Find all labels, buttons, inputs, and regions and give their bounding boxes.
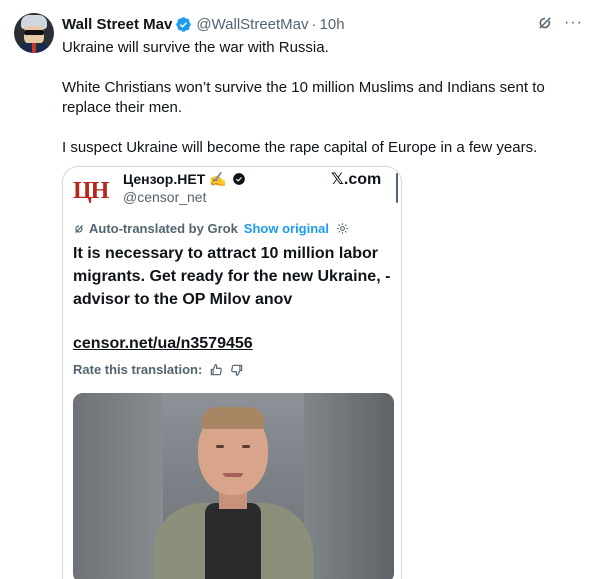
article-photo[interactable] [73,393,394,579]
tweet-paragraph-3: I suspect Ukraine will become the rape c… [62,139,538,156]
article-link[interactable]: censor.net/ua/n3579456 [73,335,253,353]
tweet-paragraph-2: White Christians won’t survive the 10 mi… [62,79,545,116]
quoted-author-name[interactable]: Цензор.НЕТ ✍️ [123,171,246,188]
tweet[interactable]: Wall Street Mav @WallStreetMav · 10h ···… [0,0,593,579]
thumbs-down-icon[interactable] [230,363,244,377]
separator-dot: · [311,15,317,33]
photo-mouth [223,473,243,477]
rate-translation: Rate this translation: [73,362,244,377]
verified-badge-icon [233,173,246,185]
grok-icon[interactable] [536,14,554,32]
more-icon[interactable]: ··· [564,15,583,31]
auto-translated-label: Auto-translated by Grok [89,221,238,236]
x-com-label: 𝕏.com [331,171,382,188]
author-name[interactable]: Wall Street Mav [62,16,172,33]
thumbs-up-icon[interactable] [209,363,223,377]
scrollbar[interactable] [396,173,398,203]
avatar-face [24,26,44,44]
photo-background-right [304,393,394,579]
quoted-headline: It is necessary to attract 10 million la… [73,245,391,308]
gear-icon[interactable] [336,222,349,235]
avatar-tie [32,43,36,53]
photo-eye-right [242,445,250,448]
translation-row: Auto-translated by Grok Show original [73,221,349,236]
photo-background-left [73,393,163,579]
avatar-sunglasses [24,30,44,35]
photo-hair [201,407,265,429]
verified-badge-icon[interactable] [175,16,192,33]
quoted-card[interactable]: ЦН Цензор.НЕТ ✍️ @censor_net 𝕏.com Auto-… [62,166,402,579]
top-actions: ··· [536,14,583,32]
quoted-name-text: Цензор.НЕТ [123,171,206,187]
tweet-paragraph-1: Ukraine will survive the war with Russia… [62,39,329,56]
rate-label: Rate this translation: [73,362,203,377]
show-original-link[interactable]: Show original [244,221,329,236]
author-handle[interactable]: @WallStreetMav [196,16,308,33]
photo-eye-left [216,445,224,448]
post-timestamp[interactable]: 10h [320,16,345,33]
tweet-header: Wall Street Mav @WallStreetMav · 10h [62,14,345,34]
quoted-author-handle[interactable]: @censor_net [123,189,206,205]
photo-shirt [205,503,261,579]
avatar[interactable] [14,13,54,53]
grok-icon [75,224,83,233]
censor-logo: ЦН [73,178,109,204]
writing-hand-icon: ✍️ [209,171,227,187]
